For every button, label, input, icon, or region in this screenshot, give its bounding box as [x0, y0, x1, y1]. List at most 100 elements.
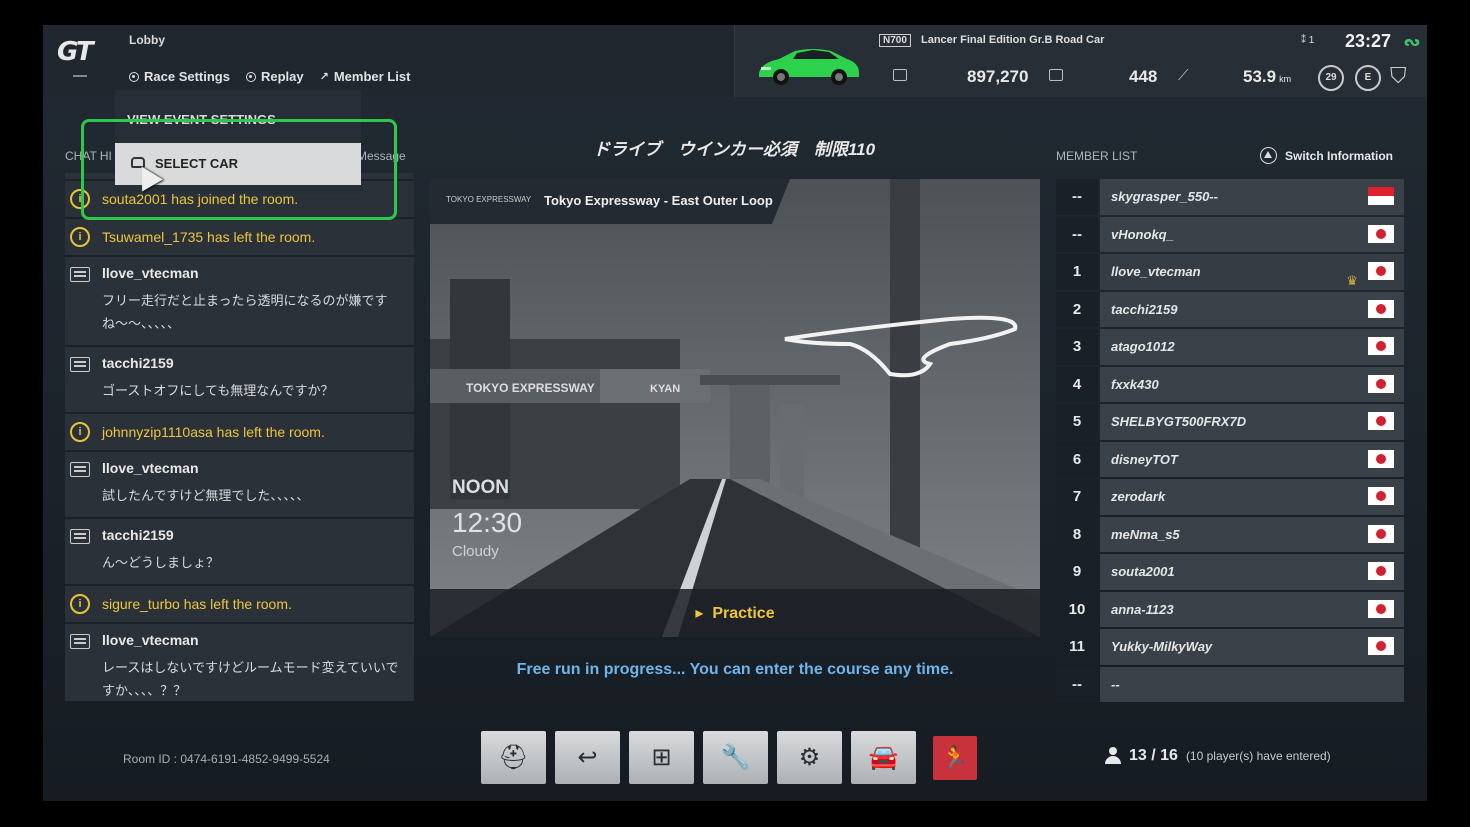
- tab-label: Member List: [333, 69, 411, 84]
- japan-flag-icon: [1368, 262, 1394, 280]
- gear-icon: ⚙: [798, 744, 821, 771]
- message-icon: [70, 357, 90, 372]
- member-row[interactable]: 5 SHELBYGT500FRX7D: [1056, 404, 1404, 440]
- performance-icon: [893, 69, 907, 81]
- session-bar: ▸ Practice: [430, 589, 1040, 637]
- person-icon: [1105, 747, 1121, 765]
- member-list-header: MEMBER LIST: [1056, 149, 1138, 163]
- tab-label: Replay: [260, 69, 304, 84]
- japan-flag-icon: [1368, 449, 1394, 468]
- chat-username: llove_vtecman: [102, 460, 199, 476]
- chat-system-message: i johnnyzip1110asa has left the room.: [65, 414, 414, 452]
- breadcrumb: Lobby: [129, 33, 165, 47]
- message-icon: [70, 529, 90, 544]
- weather: Cloudy: [452, 543, 499, 560]
- track-name: Tokyo Expressway - East Outer Loop: [544, 193, 773, 208]
- ready-button[interactable]: ⛑: [481, 731, 546, 784]
- member-row[interactable]: 1 llove_vtecman ♛: [1056, 254, 1404, 290]
- exit-icon: 🏃: [941, 745, 969, 770]
- return-button[interactable]: ↩: [555, 731, 620, 784]
- chat-history[interactable]: i souta2001 has joined the room. i Tsuwa…: [65, 173, 414, 701]
- tab-replay[interactable]: Replay: [245, 69, 304, 84]
- session-mode: ▸ Practice: [695, 605, 775, 622]
- level-badge: 29: [1318, 65, 1344, 91]
- track-label-bar: TOKYO EXPRESSWAY Tokyo Expressway - East…: [430, 179, 790, 224]
- info-icon: i: [70, 594, 90, 614]
- car-thumbnail: [759, 49, 859, 85]
- lobby-screen: GT Lobby Race Settings Replay ↗ Member L…: [43, 25, 1427, 801]
- tuning-button[interactable]: 🔧: [703, 731, 768, 784]
- member-row[interactable]: 9 souta2001: [1056, 554, 1404, 590]
- distance-value: 53.9 km: [1243, 67, 1292, 86]
- chat-text: ん〜どうしましょ？: [102, 555, 220, 570]
- japan-flag-icon: [1368, 524, 1394, 543]
- car-class-badge: N700: [879, 34, 911, 47]
- japan-flag-icon: [1368, 374, 1394, 393]
- japan-flag-icon: [1368, 412, 1394, 430]
- tab-race-settings[interactable]: Race Settings: [129, 69, 230, 84]
- member-row[interactable]: 11 Yukky-MilkyWay: [1056, 629, 1404, 665]
- spectate-button[interactable]: ⊞: [629, 731, 694, 784]
- exit-button[interactable]: 🏃: [933, 736, 977, 780]
- return-icon: ↩: [577, 744, 598, 771]
- tab-member-list[interactable]: ↗ Member List: [320, 69, 411, 84]
- member-row[interactable]: 8 meNma_s5: [1056, 516, 1404, 552]
- track-time: 12:30: [452, 507, 523, 538]
- track-logo: TOKYO EXPRESSWAY: [446, 195, 532, 204]
- settings-button[interactable]: ⚙: [777, 731, 842, 784]
- chat-message: llove_vtecman 試したんですけど無理でした、、、、、: [65, 452, 414, 519]
- credits-value: 897,270: [967, 67, 1029, 86]
- time-of-day: NOON: [452, 477, 509, 498]
- message-icon: [70, 634, 90, 649]
- switch-information-button[interactable]: Switch Information: [1260, 147, 1393, 164]
- member-row[interactable]: 7 zerodark: [1056, 479, 1404, 515]
- track-preview[interactable]: TOKYO EXPRESSWAY KYAN TOKYO EXPRESSWAY T…: [430, 179, 1040, 637]
- car-name: Lancer Final Edition Gr.B Road Car: [921, 34, 1105, 46]
- mileage-points-value: 448: [1129, 67, 1158, 86]
- member-row[interactable]: 2 tacchi2159: [1056, 291, 1404, 327]
- clock: 23:27: [1345, 31, 1392, 51]
- room-id: Room ID : 0474-6191-4852-9499-5524: [123, 752, 330, 766]
- selection-highlight: [81, 119, 397, 220]
- chat-username: tacchi2159: [102, 527, 174, 543]
- chat-username: llove_vtecman: [102, 632, 199, 648]
- graph-icon: ⟋: [1178, 67, 1189, 84]
- wrench-icon: 🔧: [720, 744, 751, 771]
- arrow-icon: ↗: [319, 71, 329, 83]
- chat-message: llove_vtecman フリー走行だと止まったら透明になるのが嫌ですね〜〜、…: [65, 257, 414, 347]
- japan-flag-icon: [1368, 299, 1394, 318]
- japan-flag-icon: [1368, 637, 1394, 655]
- chat-system-message: i sigure_turbo has left the room.: [65, 586, 414, 624]
- member-row[interactable]: -- --: [1056, 666, 1404, 702]
- sign-text: TOKYO EXPRESSWAY: [466, 381, 595, 395]
- member-row[interactable]: 4 fxxk430: [1056, 366, 1404, 402]
- message-icon: [70, 267, 90, 282]
- car-info-panel: N700 Lancer Final Edition Gr.B Road Car …: [734, 25, 1427, 97]
- chat-text: ゴーストオフにしても無理なんですか？: [102, 383, 334, 398]
- garage-button[interactable]: 🚘: [851, 731, 916, 784]
- japan-flag-icon: [1368, 562, 1394, 580]
- member-row[interactable]: 10 anna-1123: [1056, 591, 1404, 627]
- event-title: ドライブ ウインカー必須 制限110: [592, 140, 876, 159]
- member-row[interactable]: -- skygrasper_550--: [1056, 179, 1404, 215]
- message-icon: [70, 462, 90, 477]
- chat-message: tacchi2159 ん〜どうしましょ？: [65, 519, 414, 586]
- chat-system-message: i Tsuwamel_1735 has left the room.: [65, 219, 414, 257]
- member-row[interactable]: 6 disneyTOT: [1056, 441, 1404, 477]
- player-count: 13 / 16 (10 player(s) have entered): [1105, 747, 1331, 765]
- member-row[interactable]: -- vHonokq_: [1056, 216, 1404, 252]
- info-icon: i: [70, 227, 90, 247]
- network-icon: ᔓ: [1404, 33, 1420, 49]
- japan-flag-icon: [1368, 487, 1394, 505]
- chat-text: 試したんですけど無理でした、、、、、: [102, 488, 310, 503]
- member-row[interactable]: 3 atago1012: [1056, 329, 1404, 365]
- info-icon: i: [70, 422, 90, 442]
- top-bar: GT Lobby Race Settings Replay ↗ Member L…: [43, 25, 1427, 97]
- helmet-check-icon: ⛑: [498, 744, 529, 771]
- chat-username: llove_vtecman: [102, 265, 199, 281]
- options-icon: [129, 71, 139, 82]
- gt-logo: GT: [57, 37, 103, 87]
- car-icon: 🚘: [868, 744, 899, 771]
- rank-icon: E: [1355, 65, 1381, 91]
- singapore-flag-icon: [1368, 187, 1394, 205]
